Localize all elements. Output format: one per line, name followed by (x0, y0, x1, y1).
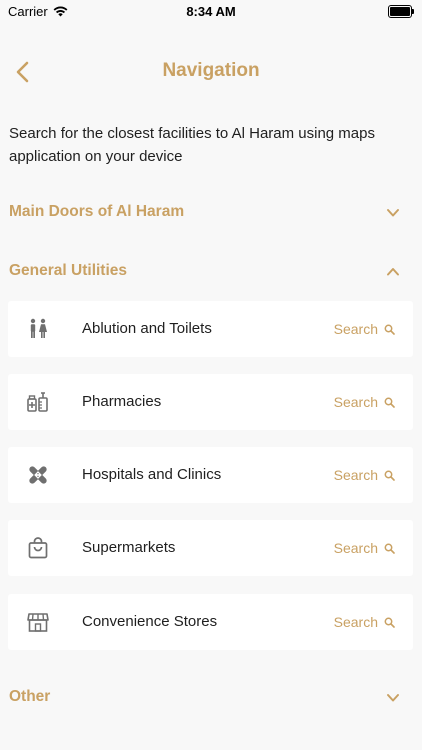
search-label: Search (333, 467, 378, 483)
search-icon (384, 543, 395, 554)
page-title: Navigation (162, 60, 260, 81)
search-icon (384, 470, 395, 481)
search-label: Search (333, 540, 378, 556)
search-label: Search (333, 614, 378, 630)
search-button[interactable]: Search (334, 467, 395, 483)
chevron-down-icon (387, 694, 399, 702)
shopping-bag-icon (28, 537, 48, 559)
section-main-doors[interactable]: Main Doors of Al Haram (0, 199, 422, 229)
search-label: Search (333, 394, 378, 410)
utility-item-pharmacies[interactable]: Pharmacies Search (8, 374, 413, 430)
search-icon (384, 324, 395, 335)
chevron-up-icon (387, 268, 399, 276)
search-icon (384, 617, 395, 628)
utility-item-hospitals[interactable]: Hospitals and Clinics Search (8, 447, 413, 503)
utility-label: Supermarkets (82, 539, 176, 556)
bandage-icon (29, 466, 47, 484)
utility-label: Ablution and Toilets (82, 320, 212, 337)
utility-label: Pharmacies (82, 393, 162, 410)
navigation-bar: Navigation (0, 50, 422, 94)
section-main-doors-label: Main Doors of Al Haram (9, 203, 185, 220)
utility-item-supermarkets[interactable]: Supermarkets Search (8, 520, 413, 576)
intro-text: Search for the closest facilities to Al … (9, 125, 375, 165)
section-other-label: Other (9, 688, 51, 705)
battery-icon (388, 5, 414, 18)
chevron-down-icon (387, 209, 399, 217)
utility-item-ablution[interactable]: Ablution and Toilets Search (8, 301, 413, 357)
search-button[interactable]: Search (334, 321, 395, 337)
search-icon (384, 397, 395, 408)
search-button[interactable]: Search (334, 614, 395, 630)
store-icon (27, 613, 49, 632)
search-button[interactable]: Search (334, 540, 395, 556)
search-label: Search (333, 321, 378, 337)
section-other[interactable]: Other (0, 684, 422, 714)
section-general-utilities-label: General Utilities (9, 262, 128, 279)
pharmacy-icon (27, 392, 48, 412)
utility-label: Convenience Stores (82, 613, 218, 630)
status-bar: Carrier 8:34 AM (0, 0, 422, 24)
restroom-icon (30, 318, 47, 338)
utility-item-convenience-stores[interactable]: Convenience Stores Search (8, 594, 413, 650)
section-general-utilities[interactable]: General Utilities (0, 258, 422, 288)
status-time: 8:34 AM (186, 4, 236, 19)
utility-label: Hospitals and Clinics (82, 466, 222, 483)
search-button[interactable]: Search (334, 394, 395, 410)
